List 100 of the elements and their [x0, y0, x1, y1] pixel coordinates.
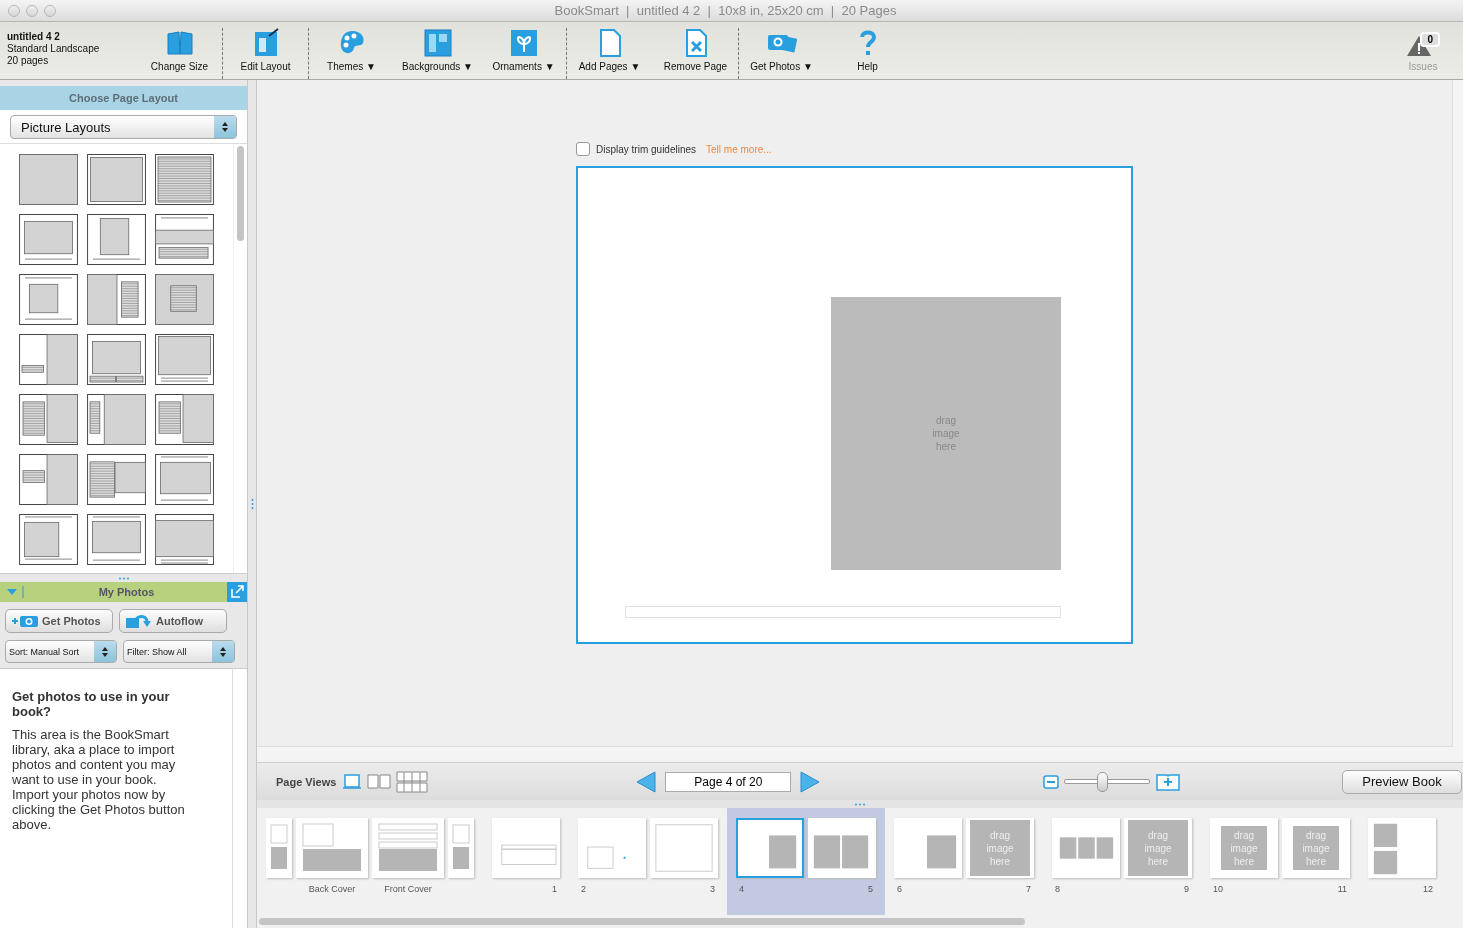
layout-thumbnail[interactable]	[19, 454, 78, 505]
checkbox-label: Display trim guidelines	[596, 143, 697, 155]
page-thumbnail[interactable]	[448, 818, 474, 878]
page-thumbnail[interactable]	[894, 818, 962, 878]
page-number: 8	[1054, 884, 1061, 894]
page-number-field[interactable]: Page 4 of 20	[665, 771, 792, 792]
page-number: 4	[738, 884, 745, 894]
layout-thumbnail[interactable]	[155, 334, 214, 385]
page-number: 9	[1183, 884, 1190, 894]
layout-thumbnail[interactable]	[19, 394, 78, 445]
page-grid-icon	[396, 770, 429, 793]
layout-thumbnail[interactable]	[87, 154, 146, 205]
toolbar-button[interactable]: Themes ▼	[308, 28, 394, 79]
updown-arrows-icon	[221, 121, 229, 133]
toolbar-button[interactable]: Get Photos ▼	[738, 28, 824, 79]
toolbar-button[interactable]: Ornaments ▼	[480, 28, 566, 79]
layout-thumbnail[interactable]	[19, 214, 78, 265]
photos-button[interactable]: Autoflow	[119, 609, 227, 633]
page-thumbnail[interactable]	[372, 818, 444, 878]
layout-thumbnail[interactable]	[155, 274, 214, 325]
zoom-out-icon[interactable]	[1043, 774, 1060, 789]
layout-thumbnail[interactable]	[155, 154, 214, 205]
page-number: 2	[580, 884, 587, 894]
splitter-grip-icon[interactable]	[250, 498, 254, 510]
minimize-button[interactable]	[26, 4, 38, 17]
page-thumbnail[interactable]	[1368, 818, 1436, 878]
toolbar-button[interactable]: Backgrounds ▼	[394, 28, 480, 79]
page-thumbnail[interactable]	[266, 818, 292, 878]
zoom-in-icon[interactable]	[1155, 771, 1182, 792]
checkbox[interactable]	[576, 142, 590, 156]
page-thumbnail[interactable]	[1052, 818, 1120, 878]
add-camera-icon	[11, 614, 39, 628]
background-layout-icon	[422, 28, 453, 58]
resize-grip-icon[interactable]	[117, 576, 130, 580]
page-spread[interactable]: 12	[1359, 808, 1445, 915]
layout-thumbnail[interactable]	[87, 214, 146, 265]
panel-header: Choose Page Layout	[0, 86, 247, 110]
page-thumbnail[interactable]	[492, 818, 560, 878]
toolbar-button[interactable]: Help	[824, 28, 910, 79]
page-count: 20 pages	[7, 55, 50, 66]
layout-thumbnail[interactable]	[155, 214, 214, 265]
book-name: untitled 4 2	[7, 31, 61, 42]
view-mode-button[interactable]	[394, 770, 431, 793]
popout-icon[interactable]	[227, 582, 247, 602]
layout-dropdown[interactable]: Picture Layouts	[10, 115, 237, 139]
page-number: 11	[1336, 884, 1348, 894]
scrollbar-thumb[interactable]	[259, 918, 1025, 925]
previous-page-icon[interactable]	[635, 770, 658, 793]
page-thumbnail[interactable]	[296, 818, 368, 878]
toolbar-button[interactable]: Remove Page	[652, 28, 738, 79]
page-thumbnail[interactable]	[808, 818, 876, 878]
next-page-icon[interactable]	[799, 770, 822, 793]
issues-count: 0	[1420, 32, 1440, 47]
page-spread[interactable]: 1	[483, 808, 569, 915]
toolbar-button[interactable]: Change Size	[136, 28, 222, 79]
page-spread[interactable]: Back Cover Front Cover	[257, 808, 483, 915]
window-title: BookSmart | untitled 4 2 | 10x8 in, 25x20 cm | 20 Pages	[553, 3, 898, 18]
page-thumbnail[interactable]	[650, 818, 718, 878]
sort-dropdown[interactable]: Sort: Manual Sort	[5, 640, 117, 663]
page-number: 10	[1212, 884, 1224, 894]
preview-book-button[interactable]: Preview Book	[1342, 769, 1462, 794]
zoom-slider[interactable]	[1064, 771, 1151, 792]
page-number: 5	[867, 884, 874, 894]
selected-spread[interactable]: 4 5	[727, 808, 885, 915]
slider-thumb[interactable]	[1097, 771, 1109, 792]
page-spread[interactable]: 2 3	[569, 808, 727, 915]
layout-thumbnail[interactable]	[87, 454, 146, 505]
layout-thumbnail[interactable]	[155, 514, 214, 565]
layout-thumbnail[interactable]	[19, 514, 78, 565]
updown-arrows-icon	[219, 645, 227, 658]
page-number: 12	[1422, 884, 1434, 894]
collapse-triangle-icon[interactable]	[6, 586, 26, 598]
help-heading: Get photos to use in your book?	[12, 689, 171, 719]
page-thumbnail[interactable]	[578, 818, 646, 878]
scrollbar-thumb[interactable]	[237, 146, 244, 241]
layout-thumbnail[interactable]	[155, 394, 214, 445]
page-thumbnail[interactable]	[736, 818, 804, 878]
layout-thumbnail[interactable]	[19, 274, 78, 325]
close-button[interactable]	[8, 4, 20, 17]
toolbar-button[interactable]: Edit Layout	[222, 28, 308, 79]
layout-thumbnail[interactable]	[87, 334, 146, 385]
photos-button[interactable]: Get Photos	[5, 609, 113, 633]
filter-dropdown[interactable]: Filter: Show All	[123, 640, 235, 663]
panel-header: My Photos	[0, 582, 247, 602]
layout-thumbnail[interactable]	[19, 334, 78, 385]
layout-thumbnail[interactable]	[155, 454, 214, 505]
autoflow-arrow-icon	[125, 613, 153, 629]
layout-thumbnail[interactable]	[87, 394, 146, 445]
resize-grip-icon[interactable]	[854, 802, 866, 806]
zoom-button[interactable]	[44, 4, 56, 17]
page-number: Front Cover	[383, 884, 433, 894]
page-number: 7	[1025, 884, 1032, 894]
layout-thumbnail[interactable]	[87, 274, 146, 325]
open-book-icon	[366, 772, 393, 791]
caption-field[interactable]	[625, 606, 1061, 618]
page-number: 1	[551, 884, 558, 894]
toolbar-button[interactable]: Add Pages ▼	[566, 28, 652, 79]
page-number: 3	[709, 884, 716, 894]
layout-thumbnail[interactable]	[87, 514, 146, 565]
layout-thumbnail[interactable]	[19, 154, 78, 205]
